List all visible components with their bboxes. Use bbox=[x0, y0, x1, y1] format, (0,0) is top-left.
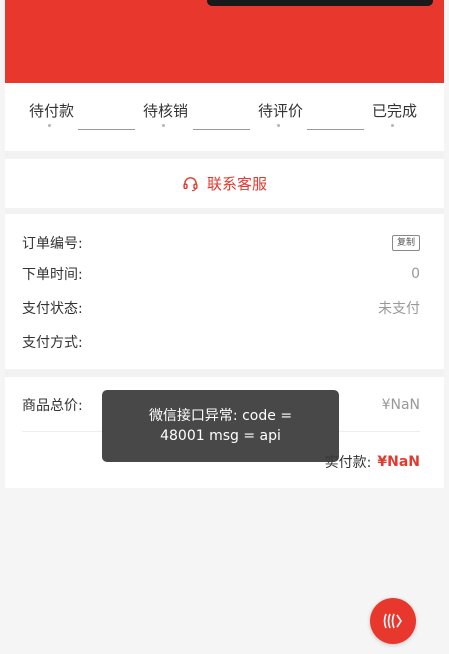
step-label-completed: 已完成 bbox=[372, 102, 418, 120]
order-time-label: 下单时间: bbox=[22, 267, 83, 283]
step-dot bbox=[391, 124, 394, 127]
order-progress-steps: 待付款 待核销 待评价 已完成 bbox=[5, 83, 444, 151]
order-number-label: 订单编号: bbox=[22, 236, 83, 252]
payment-status-row: 支付状态: 未支付 bbox=[22, 296, 420, 320]
total-price-value: ¥NaN bbox=[381, 397, 420, 413]
payment-status-label: 支付状态: bbox=[22, 301, 83, 317]
paid-amount-value: ¥NaN bbox=[377, 454, 420, 470]
wave-icon bbox=[383, 613, 402, 629]
payment-status-value: 未支付 bbox=[378, 301, 420, 317]
order-time-value: 0 bbox=[411, 266, 420, 282]
section-divider bbox=[5, 369, 444, 377]
contact-service-label: 联系客服 bbox=[206, 175, 267, 193]
toast-message: 微信接口异常: code = 48001 msg = api bbox=[148, 408, 293, 444]
error-toast: 微信接口异常: code = 48001 msg = api bbox=[102, 390, 339, 462]
order-info-section: 订单编号: 复制 下单时间: 0 支付状态: 未支付 支付方式: bbox=[5, 214, 444, 369]
payment-method-row: 支付方式: bbox=[22, 330, 420, 354]
step-connector bbox=[78, 129, 135, 130]
step-label-pending-payment: 待付款 bbox=[29, 102, 75, 120]
step-label-pending-verify: 待核销 bbox=[143, 102, 189, 120]
order-time-row: 下单时间: 0 bbox=[22, 262, 420, 286]
header-banner bbox=[5, 0, 444, 83]
step-dot bbox=[277, 124, 280, 127]
step-connector bbox=[193, 129, 250, 130]
step-dot bbox=[162, 124, 165, 127]
contact-service-button[interactable]: 联系客服 bbox=[5, 159, 444, 208]
payment-method-label: 支付方式: bbox=[22, 335, 83, 351]
step-label-pending-review: 待评价 bbox=[258, 102, 304, 120]
step-dot bbox=[48, 124, 51, 127]
floating-action-button[interactable] bbox=[370, 598, 416, 644]
header-top-bar bbox=[207, 0, 433, 6]
step-connector bbox=[307, 129, 364, 130]
section-divider bbox=[5, 151, 444, 159]
copy-button[interactable]: 复制 bbox=[391, 235, 420, 251]
order-number-row: 订单编号: 复制 bbox=[22, 231, 420, 255]
total-price-label: 商品总价: bbox=[22, 398, 83, 414]
headset-icon bbox=[183, 177, 198, 192]
